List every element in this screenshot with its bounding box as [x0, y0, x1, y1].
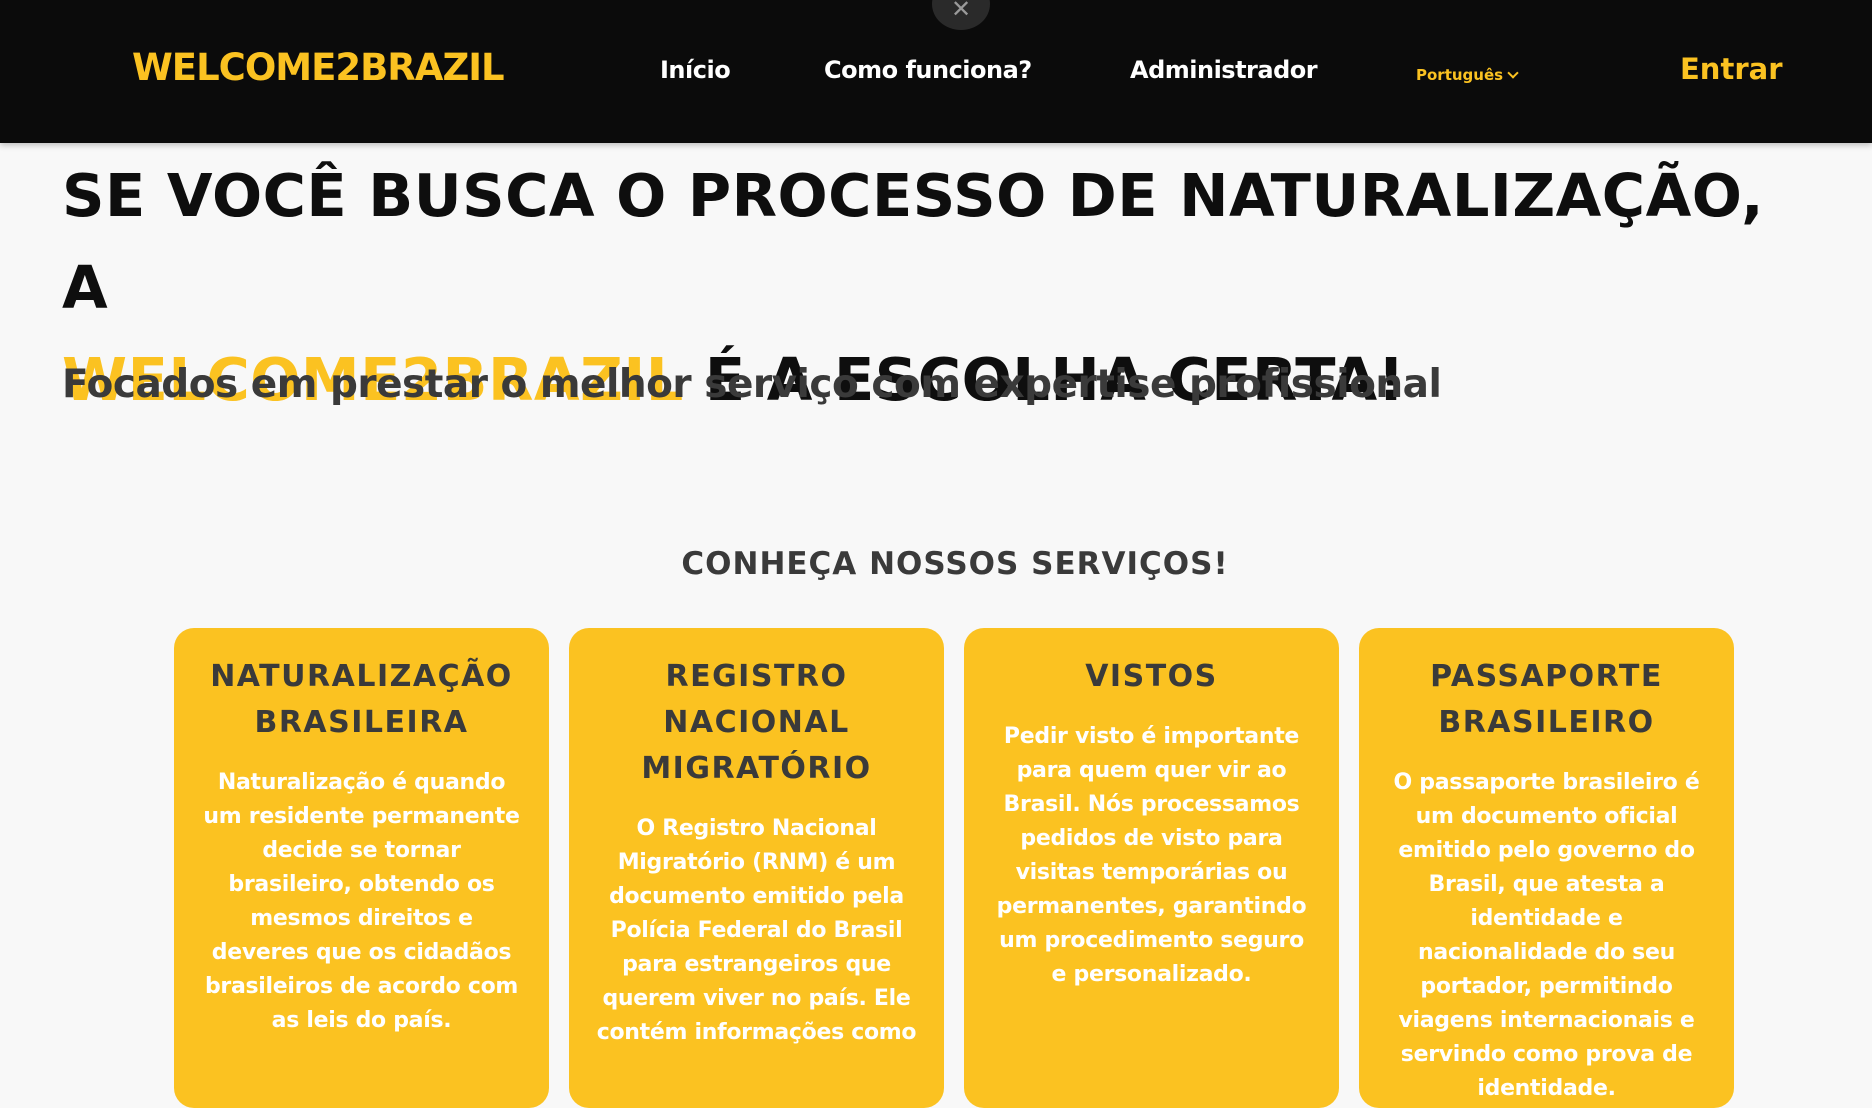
top-navbar: ✕ WELCOME2BRAZIL Início Como funciona? A… [0, 0, 1872, 143]
service-card-description: Naturalização é quando um residente perm… [203, 770, 520, 1033]
close-icon[interactable]: ✕ [932, 0, 990, 30]
service-card-description: O Registro Nacional Migratório (RNM) é u… [596, 816, 917, 1045]
hero-subtitle: Focados em prestar o melhor serviço com … [62, 362, 1442, 407]
service-card-passaporte[interactable]: PASSAPORTE BRASILEIRO O passaporte brasi… [1359, 628, 1734, 1108]
service-card-description: Pedir visto é importante para quem quer … [996, 724, 1307, 987]
language-selector[interactable]: Português [1416, 66, 1519, 84]
language-label: Português [1416, 66, 1504, 84]
service-card-description: O passaporte brasileiro é um documento o… [1393, 770, 1700, 1101]
nav-link-como-funciona[interactable]: Como funciona? [824, 56, 1032, 84]
service-card-title: REGISTRO NACIONAL MIGRATÓRIO [641, 659, 872, 786]
services-section-title: CONHEÇA NOSSOS SERVIÇOS! [681, 546, 1229, 582]
service-card-registro[interactable]: REGISTRO NACIONAL MIGRATÓRIO O Registro … [569, 628, 944, 1108]
brand-logo[interactable]: WELCOME2BRAZIL [132, 46, 505, 89]
service-card-title: VISTOS [1085, 659, 1218, 694]
nav-link-administrador[interactable]: Administrador [1130, 56, 1318, 84]
chevron-down-icon [1507, 67, 1519, 79]
service-card-vistos[interactable]: VISTOS Pedir visto é importante para que… [964, 628, 1339, 1108]
service-card-title: NATURALIZAÇÃO BRASILEIRA [210, 659, 513, 740]
nav-link-inicio[interactable]: Início [660, 56, 731, 84]
service-card-title: PASSAPORTE BRASILEIRO [1430, 659, 1663, 740]
login-button[interactable]: Entrar [1680, 52, 1783, 86]
hero-line-1: SE VOCÊ BUSCA O PROCESSO DE NATURALIZAÇÃ… [62, 161, 1765, 322]
service-card-naturalizacao[interactable]: NATURALIZAÇÃO BRASILEIRA Naturalização é… [174, 628, 549, 1108]
